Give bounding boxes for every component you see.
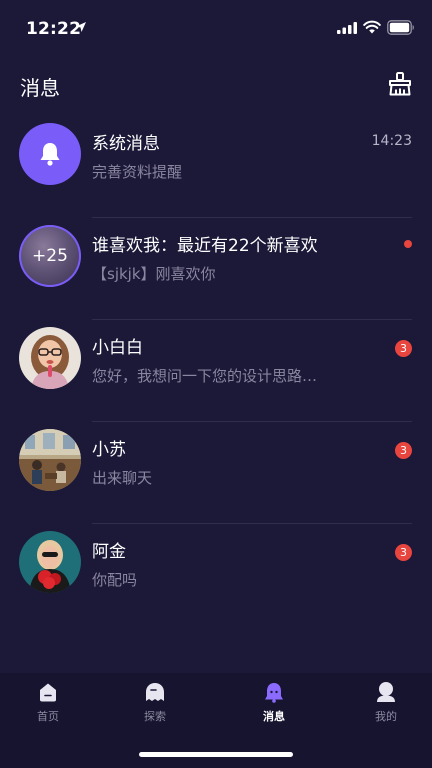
conversation-list: 系统消息 完善资料提醒 14:23 +25 谁喜欢我：最近有22个新喜欢 【sj… xyxy=(0,116,432,626)
conversation-title: 系统消息 xyxy=(92,134,160,154)
unread-dot xyxy=(404,240,412,248)
conversation-preview: 完善资料提醒 xyxy=(92,163,183,181)
conversation-row-ajin[interactable]: 阿金 你配吗 3 xyxy=(0,524,432,626)
user-avatar xyxy=(19,327,81,389)
tab-explore[interactable]: 探索 xyxy=(115,681,195,724)
user-avatar xyxy=(19,531,81,593)
conversation-time: 14:23 xyxy=(371,133,412,149)
conversation-title: 小白白 xyxy=(92,338,143,358)
conversation-preview: 【sjkjk】刚喜欢你 xyxy=(92,265,216,283)
tab-label: 消息 xyxy=(263,710,285,723)
conversation-title: 阿金 xyxy=(92,542,126,562)
status-bar: 12:22 xyxy=(0,0,432,58)
conversation-row-system[interactable]: 系统消息 完善资料提醒 14:23 xyxy=(0,116,432,218)
system-avatar xyxy=(19,123,81,185)
user-avatar xyxy=(19,429,81,491)
explore-icon xyxy=(146,683,164,701)
tab-profile[interactable]: 我的 xyxy=(346,681,426,724)
battery-icon xyxy=(387,20,414,35)
home-icon xyxy=(40,683,56,702)
tab-messages[interactable]: 消息 xyxy=(234,681,314,724)
conversation-preview: 您好，我想问一下您的设计思路… xyxy=(92,367,318,385)
tab-label: 探索 xyxy=(144,710,166,723)
clear-unread-broom-icon[interactable] xyxy=(387,71,413,97)
status-time: 12:22 xyxy=(26,19,82,39)
location-arrow-icon xyxy=(76,22,86,32)
bell-icon xyxy=(40,143,60,166)
page-title: 消息 xyxy=(20,76,60,100)
likes-count: +25 xyxy=(32,246,68,266)
wifi-icon xyxy=(363,20,381,34)
unread-badge: 3 xyxy=(395,442,412,459)
conversation-row-xiaobaibai[interactable]: 小白白 您好，我想问一下您的设计思路… 3 xyxy=(0,320,432,422)
conversation-title: 谁喜欢我：最近有22个新喜欢 xyxy=(92,236,318,256)
tab-home[interactable]: 首页 xyxy=(8,681,88,724)
tab-label: 我的 xyxy=(375,710,397,723)
conversation-preview: 你配吗 xyxy=(92,571,138,589)
tab-label: 首页 xyxy=(37,710,59,723)
conversation-title: 小苏 xyxy=(92,440,126,460)
message-icon xyxy=(265,683,283,703)
conversation-row-xiaosu[interactable]: 小苏 出来聊天 3 xyxy=(0,422,432,524)
likes-avatar: +25 xyxy=(19,225,81,287)
cellular-signal-icon xyxy=(337,22,357,34)
profile-icon xyxy=(377,682,395,702)
unread-badge: 3 xyxy=(395,340,412,357)
conversation-preview: 出来聊天 xyxy=(92,469,153,487)
unread-badge: 3 xyxy=(395,544,412,561)
conversation-row-likes[interactable]: +25 谁喜欢我：最近有22个新喜欢 【sjkjk】刚喜欢你 xyxy=(0,218,432,320)
home-indicator xyxy=(139,752,293,757)
